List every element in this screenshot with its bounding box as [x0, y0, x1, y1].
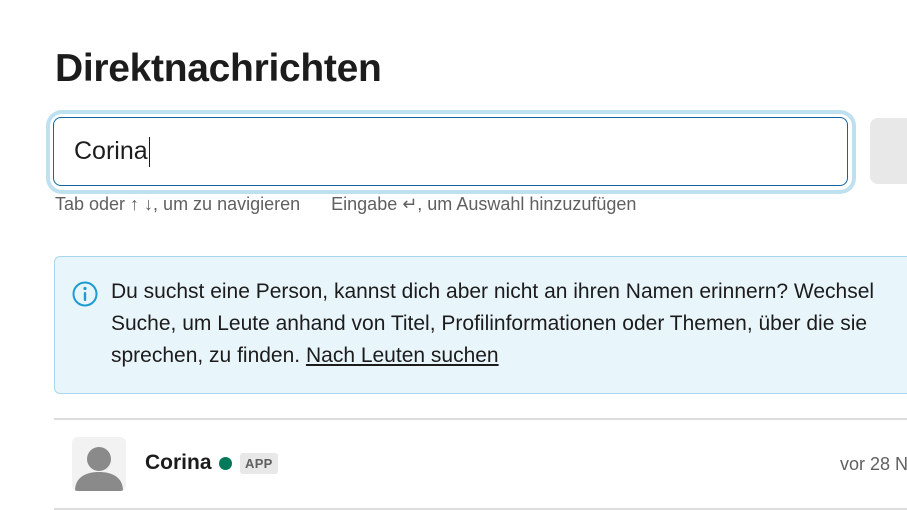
info-line-2: Suche, um Leute anhand von Titel, Profil… [111, 312, 868, 335]
presence-active-icon [219, 457, 232, 470]
search-input[interactable]: Corina [53, 117, 848, 186]
info-icon [72, 281, 98, 307]
person-placeholder-icon [75, 447, 123, 491]
result-name: Corina [145, 451, 212, 474]
search-input-value: Corina [74, 137, 148, 165]
avatar [72, 437, 126, 491]
info-text: Du suchst eine Person, kannst dich aber … [111, 276, 907, 372]
text-caret [148, 136, 151, 167]
info-line-3-text: sprechen, zu finden. [111, 344, 306, 367]
keyboard-hints: Tab oder ↑ ↓, um zu navigieren Eingabe ↵… [55, 194, 662, 215]
divider [54, 508, 907, 510]
go-button[interactable] [870, 118, 907, 184]
page-title: Direktnachrichten [55, 47, 382, 90]
app-badge: APP [240, 453, 278, 474]
result-time: vor 28 N [840, 454, 907, 474]
info-line-1: Du suchst eine Person, kannst dich aber … [111, 280, 875, 303]
add-selection-hint: Eingabe ↵, um Auswahl hinzuzufügen [331, 194, 637, 214]
navigate-hint: Tab oder ↑ ↓, um zu navigieren [55, 194, 301, 214]
search-people-link[interactable]: Nach Leuten suchen [306, 344, 499, 367]
info-line-3: sprechen, zu finden. Nach Leuten suchen [111, 340, 907, 372]
